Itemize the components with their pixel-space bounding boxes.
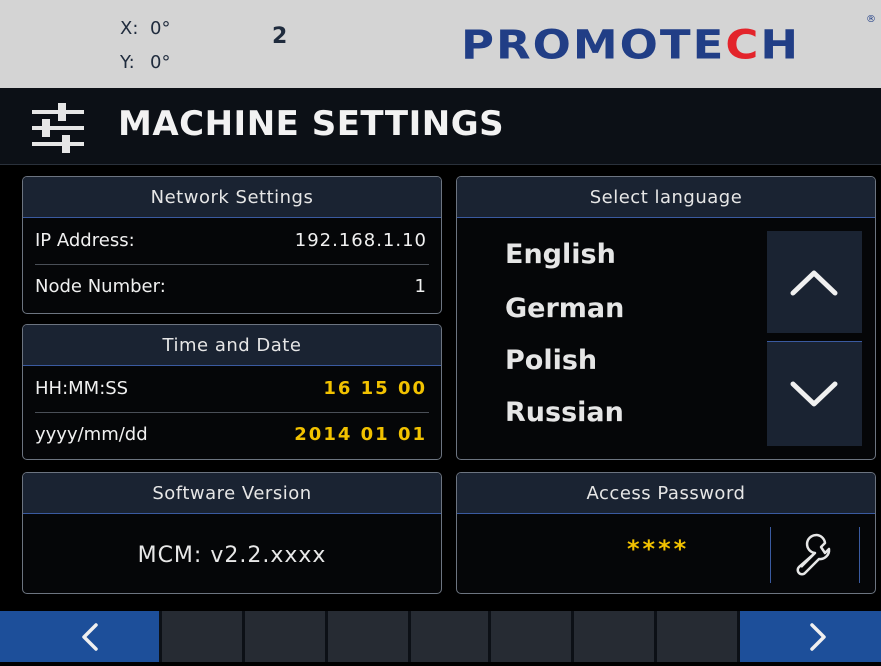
y-label: Y: bbox=[120, 52, 135, 73]
time-date-title: Time and Date bbox=[23, 325, 441, 366]
language-panel: Select language English German Polish Ru… bbox=[456, 176, 876, 460]
chevron-up-icon bbox=[790, 270, 838, 296]
x-coordinate: X: 0° bbox=[120, 18, 170, 39]
node-number-row[interactable]: Node Number: 1 bbox=[23, 265, 441, 309]
page-title: MACHINE SETTINGS bbox=[118, 104, 505, 144]
software-version-value: MCM: v2.2.xxxx bbox=[137, 543, 327, 568]
ip-address-value[interactable]: 192.168.1.10 bbox=[295, 219, 427, 263]
function-key-1[interactable] bbox=[162, 611, 242, 662]
node-number-value[interactable]: 1 bbox=[415, 265, 427, 309]
time-value[interactable]: 16 15 00 bbox=[323, 367, 427, 411]
password-edit-button[interactable] bbox=[770, 527, 860, 583]
node-number-label: Node Number: bbox=[35, 276, 166, 297]
scroll-up-button[interactable] bbox=[767, 231, 862, 333]
date-label: yyyy/mm/dd bbox=[35, 424, 148, 445]
time-row[interactable]: HH:MM:SS 16 15 00 bbox=[23, 367, 441, 411]
sliders-icon bbox=[32, 103, 84, 153]
y-value: 0° bbox=[150, 52, 171, 73]
ip-address-label: IP Address: bbox=[35, 230, 135, 251]
scroll-down-button[interactable] bbox=[767, 341, 862, 446]
previous-page-button[interactable] bbox=[0, 611, 159, 662]
software-version-title: Software Version bbox=[23, 473, 441, 514]
chevron-down-icon bbox=[790, 381, 838, 407]
time-label: HH:MM:SS bbox=[35, 378, 129, 399]
language-option-russian[interactable]: Russian bbox=[505, 397, 624, 428]
time-date-panel: Time and Date HH:MM:SS 16 15 00 yyyy/mm/… bbox=[22, 324, 442, 460]
password-value[interactable]: **** bbox=[627, 535, 689, 563]
function-key-4[interactable] bbox=[411, 611, 488, 662]
next-page-button[interactable] bbox=[740, 611, 881, 662]
access-password-title: Access Password bbox=[457, 473, 875, 514]
chevron-left-icon bbox=[82, 623, 98, 651]
chevron-right-icon bbox=[810, 623, 826, 651]
wrench-icon bbox=[796, 533, 831, 576]
x-label: X: bbox=[120, 18, 139, 39]
function-key-5[interactable] bbox=[491, 611, 571, 662]
y-coordinate: Y: 0° bbox=[120, 52, 170, 73]
language-option-polish[interactable]: Polish bbox=[505, 345, 597, 376]
date-row[interactable]: yyyy/mm/dd 2014 01 01 bbox=[23, 413, 441, 457]
date-value[interactable]: 2014 01 01 bbox=[294, 413, 427, 457]
network-settings-panel: Network Settings IP Address: 192.168.1.1… bbox=[22, 176, 442, 314]
promotech-logo: PROMOTECH bbox=[461, 20, 801, 69]
x-value: 0° bbox=[150, 18, 171, 39]
registered-mark: ® bbox=[866, 14, 876, 25]
language-title: Select language bbox=[457, 177, 875, 218]
ip-address-row[interactable]: IP Address: 192.168.1.10 bbox=[23, 219, 441, 263]
counter-value: 2 bbox=[272, 24, 288, 49]
function-key-7[interactable] bbox=[657, 611, 737, 662]
network-settings-title: Network Settings bbox=[23, 177, 441, 218]
button-gap bbox=[767, 333, 862, 341]
function-key-2[interactable] bbox=[245, 611, 325, 662]
function-key-3[interactable] bbox=[328, 611, 408, 662]
language-option-english[interactable]: English bbox=[505, 239, 616, 270]
function-key-6[interactable] bbox=[574, 611, 654, 662]
access-password-panel: Access Password **** bbox=[456, 472, 876, 594]
language-option-german[interactable]: German bbox=[505, 293, 624, 324]
software-version-panel: Software Version MCM: v2.2.xxxx bbox=[22, 472, 442, 594]
